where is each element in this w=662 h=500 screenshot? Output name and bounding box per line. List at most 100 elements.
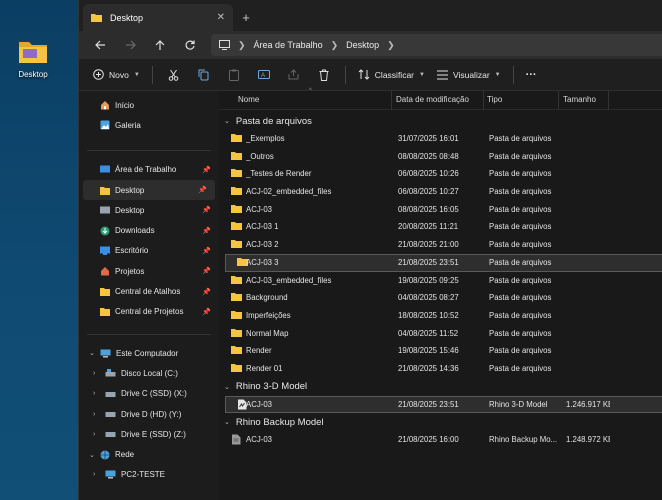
file-row[interactable]: ACJ-03 1 20/08/2025 11:21 Pasta de arquivo… — [219, 218, 662, 236]
file-name: ACJ-02_embedded_files — [246, 187, 332, 197]
sort-button[interactable]: Classificar ▼ — [352, 63, 431, 87]
paste-button[interactable] — [219, 63, 249, 87]
file-type: Pasta de arquivos — [489, 204, 552, 214]
chevron-right-icon[interactable]: › — [93, 471, 95, 478]
file-date: 06/08/2025 10:27 — [398, 187, 459, 197]
pin-icon[interactable]: 📌 — [202, 227, 211, 235]
sidebar-item-drive-y[interactable]: › Drive D (HD) (Y:) — [79, 404, 219, 424]
group-header[interactable]: ⌄ Pasta de arquivos — [219, 112, 662, 130]
sidebar-item-galeria[interactable]: Galeria — [79, 115, 219, 135]
copy-button[interactable] — [189, 63, 219, 87]
folder-icon — [231, 221, 242, 232]
sidebar-item-desktop[interactable]: Desktop 📌 — [79, 200, 219, 220]
more-options-button[interactable]: ··· — [520, 63, 543, 87]
up-button[interactable] — [145, 33, 175, 57]
column-header-type[interactable]: Tipo — [487, 95, 502, 104]
folder-icon — [231, 204, 242, 215]
desktop-shortcut[interactable]: Desktop — [12, 38, 54, 79]
file-row[interactable]: Background 04/08/2025 08:27 Pasta de arqui… — [219, 289, 662, 307]
chevron-right-icon[interactable]: › — [93, 370, 95, 377]
pin-icon[interactable]: 📌 — [202, 267, 211, 275]
chevron-down-icon[interactable]: ⌄ — [224, 383, 230, 391]
sidebar-item-desktop-selected[interactable]: Desktop 📌 — [83, 179, 215, 201]
view-button[interactable]: Visualizar ▼ — [431, 63, 507, 87]
sidebar-item-central-de-atalhos[interactable]: Central de Atalhos 📌 — [79, 281, 219, 301]
column-divider[interactable] — [558, 91, 559, 110]
tab-desktop[interactable]: Desktop ✕ — [83, 4, 233, 31]
command-bar: Novo ▼ A Classificar ▼ Visualizar ▼ ··· — [79, 59, 662, 91]
column-header-date[interactable]: Data de modificação — [396, 95, 469, 104]
sidebar-item-central-de-projetos[interactable]: Central de Projetos 📌 — [79, 302, 219, 322]
column-divider[interactable] — [483, 91, 484, 110]
group-header[interactable]: ⌄ Rhino Backup Model — [219, 413, 662, 431]
pin-icon[interactable]: 📌 — [198, 186, 207, 194]
chevron-down-icon[interactable]: ⌄ — [224, 418, 230, 426]
chevron-down-icon[interactable]: ⌄ — [89, 349, 95, 357]
file-row[interactable]: Render 01 21/08/2025 14:36 Pasta de arquiv… — [219, 360, 662, 378]
rename-button[interactable]: A — [249, 63, 279, 87]
breadcrumb-item[interactable]: Desktop — [346, 40, 379, 50]
downloads-icon — [100, 226, 110, 236]
chevron-right-icon[interactable]: › — [93, 431, 95, 438]
file-date: 31/07/2025 16:01 — [398, 134, 459, 143]
chevron-down-icon[interactable]: ⌄ — [89, 451, 95, 459]
chevron-down-icon[interactable]: ⌄ — [224, 117, 230, 125]
file-type: Pasta de arquivos — [489, 169, 552, 179]
file-row[interactable]: Imperfeições 18/08/2025 10:52 Pasta de arq… — [219, 307, 662, 325]
delete-button[interactable] — [309, 63, 339, 87]
cut-button[interactable] — [159, 63, 189, 87]
refresh-button[interactable] — [175, 33, 205, 57]
sidebar-item-downloads[interactable]: Downloads 📌 — [79, 220, 219, 240]
file-row-selected[interactable]: ACJ-03 21/08/2025 23:51 Rhino 3-D Model 1.2… — [225, 395, 662, 414]
sidebar-item-drive-x[interactable]: › Drive C (SSD) (X:) — [79, 384, 219, 404]
column-header-name[interactable]: Nome — [238, 95, 259, 104]
sidebar-item-drive-z[interactable]: › Drive E (SSD) (Z:) — [79, 424, 219, 444]
group-header[interactable]: ⌄ Rhino 3-D Model — [219, 378, 662, 396]
new-tab-button[interactable]: + — [233, 4, 259, 31]
share-button[interactable] — [279, 63, 309, 87]
folder-icon — [100, 186, 110, 195]
file-row[interactable]: ACJ-03 2 21/08/2025 21:00 Pasta de arquivo… — [219, 236, 662, 254]
column-divider[interactable] — [608, 91, 609, 110]
sidebar-item-pc2-teste[interactable]: › PC2-TESTE — [79, 465, 219, 485]
column-header-size[interactable]: Tamanho — [563, 95, 596, 104]
breadcrumb-item[interactable]: Área de Trabalho — [254, 40, 323, 50]
sidebar-item-escritorio[interactable]: Escritório 📌 — [79, 241, 219, 261]
sidebar-item-label: Drive E (SSD) (Z:) — [121, 429, 186, 439]
network-icon — [100, 450, 110, 460]
sidebar-item-inicio[interactable]: Início — [79, 95, 219, 115]
address-bar[interactable]: ❯ Área de Trabalho ❯ Desktop ❯ — [211, 34, 662, 56]
sidebar-item-rede[interactable]: ⌄ Rede — [79, 444, 219, 464]
pin-icon[interactable]: 📌 — [202, 308, 211, 316]
chevron-right-icon[interactable]: › — [93, 390, 95, 397]
folder-icon — [100, 308, 110, 317]
chevron-right-icon[interactable]: › — [93, 411, 95, 418]
pin-icon[interactable]: 📌 — [202, 206, 211, 214]
tab-title: Desktop — [110, 12, 144, 23]
file-row[interactable]: _Testes de Render 06/08/2025 10:26 Pasta d… — [219, 165, 662, 183]
sidebar-item-area-de-trabalho[interactable]: Área de Trabalho 📌 — [79, 160, 219, 180]
sidebar-item-projetos[interactable]: Projetos 📌 — [79, 261, 219, 281]
file-name: ACJ-03 — [246, 435, 272, 445]
file-row[interactable]: Render 19/08/2025 15:46 Pasta de arquivos — [219, 342, 662, 360]
file-row[interactable]: Normal Map 04/08/2025 11:52 Pasta de arqui… — [219, 325, 662, 343]
file-row[interactable]: _Exemplos 31/07/2025 16:01 Pasta de arquiv… — [219, 130, 662, 148]
file-row[interactable]: ACJ-03 21/08/2025 16:00 Rhino Backup Mo...… — [219, 431, 662, 449]
pin-icon[interactable]: 📌 — [202, 288, 211, 296]
sidebar-item-drive-c-local[interactable]: › Disco Local (C:) — [79, 363, 219, 383]
file-row-selected[interactable]: ACJ-03 3 21/08/2025 23:51 Pasta de arquivo… — [225, 253, 662, 272]
file-row[interactable]: _Outros 08/08/2025 08:48 Pasta de arquivos — [219, 148, 662, 166]
column-divider[interactable] — [391, 91, 392, 110]
file-row[interactable]: ACJ-03_embedded_files 19/08/2025 09:25 Pas… — [219, 272, 662, 290]
file-row[interactable]: ACJ-03 08/08/2025 16:05 Pasta de arquivos — [219, 201, 662, 219]
file-row[interactable]: ACJ-02_embedded_files 06/08/2025 10:27 Pas… — [219, 183, 662, 201]
pin-icon[interactable]: 📌 — [202, 166, 211, 174]
pin-icon[interactable]: 📌 — [202, 247, 211, 255]
chevron-right-icon[interactable]: ❯ — [387, 40, 395, 51]
sidebar-item-este-computador[interactable]: ⌄ Este Computador — [79, 343, 219, 363]
new-button[interactable]: Novo ▼ — [87, 63, 146, 87]
close-tab-icon[interactable]: ✕ — [217, 12, 225, 23]
view-list-icon — [436, 70, 448, 79]
forward-button[interactable] — [115, 33, 145, 57]
back-button[interactable] — [85, 33, 115, 57]
